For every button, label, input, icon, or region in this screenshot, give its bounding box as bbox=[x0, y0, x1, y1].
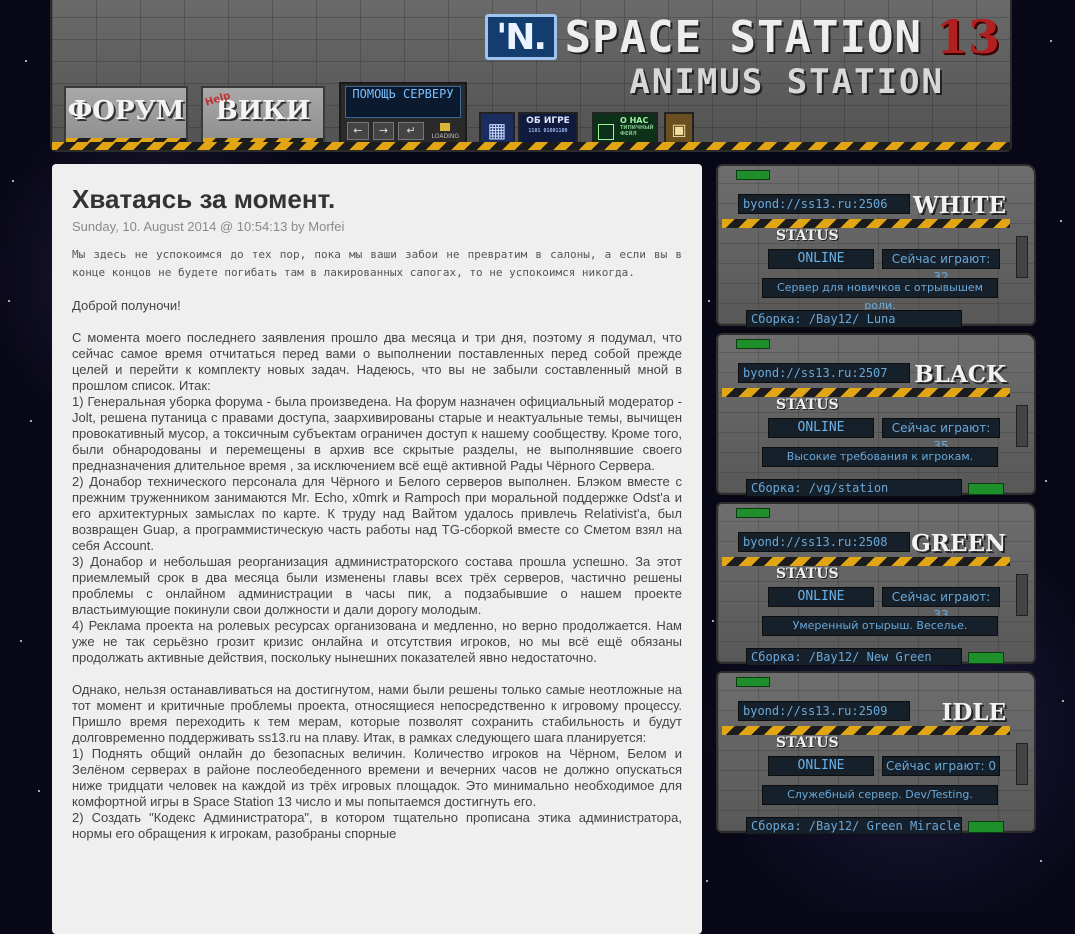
server-build: Сборка: /vg/station bbox=[746, 479, 962, 497]
site-logo[interactable]: 'N. SPACE STATION 13 bbox=[484, 10, 1000, 64]
player-count: Сейчас играют: 32 bbox=[882, 249, 1000, 284]
hazard-stripe bbox=[722, 726, 1010, 735]
forum-button-label: ФОРУМ bbox=[67, 96, 185, 126]
status-led bbox=[736, 170, 770, 180]
server-build: Сборка: /Bay12/ New Green bbox=[746, 648, 962, 666]
server-url[interactable]: byond://ss13.ru:2506 bbox=[738, 194, 910, 214]
site-subtitle: ANIMUS STATION bbox=[629, 62, 944, 102]
server-status: ONLINE bbox=[768, 249, 874, 269]
build-led bbox=[968, 483, 1004, 495]
status-led bbox=[736, 339, 770, 349]
article-epigraph: Мы здесь не успокоимся до тех пор, пока … bbox=[72, 248, 682, 279]
article-paragraph: Однако, нельзя останавливаться на достиг… bbox=[72, 682, 682, 745]
server-status: ONLINE bbox=[768, 587, 874, 607]
player-count: Сейчас играют: 35 bbox=[882, 418, 1000, 453]
server-name: GREEN bbox=[911, 530, 1006, 557]
article-greeting: Доброй полуночи! bbox=[72, 298, 181, 313]
server-build: Сборка: /Bay12/ Green Miracle bbox=[746, 817, 962, 835]
logo-number: 13 bbox=[935, 10, 1000, 64]
status-label: STATUS bbox=[776, 566, 839, 582]
enter-key-icon: ↵ bbox=[398, 122, 424, 140]
status-label: STATUS bbox=[776, 228, 839, 244]
server-description: Служебный сервер. Dev/Testing. bbox=[762, 785, 998, 805]
logo-title: SPACE STATION bbox=[564, 11, 922, 63]
server-status: ONLINE bbox=[768, 418, 874, 438]
forum-button[interactable]: ФОРУМ bbox=[64, 86, 188, 148]
server-name: BLACK bbox=[914, 361, 1006, 388]
server-url[interactable]: byond://ss13.ru:2509 bbox=[738, 701, 910, 721]
build-led bbox=[968, 821, 1004, 833]
site-header: 'N. SPACE STATION 13 ANIMUS STATION ФОРУ… bbox=[50, 0, 1012, 152]
hazard-stripe bbox=[722, 557, 1010, 566]
server-url[interactable]: byond://ss13.ru:2508 bbox=[738, 532, 910, 552]
person-icon bbox=[598, 124, 614, 140]
binary-decoration: 1101 01001100 bbox=[528, 128, 568, 134]
status-led bbox=[736, 677, 770, 687]
about-us-label: О НАС bbox=[620, 116, 649, 125]
panel-bolt bbox=[1016, 405, 1028, 447]
article-paragraph: 2) Создать "Кодекс Администратора", в ко… bbox=[72, 810, 682, 841]
news-article: Хватаясь за момент. Sunday, 10. August 2… bbox=[52, 164, 702, 934]
loading-indicator: LOADING bbox=[432, 122, 459, 140]
article-title: Хватаясь за момент. bbox=[72, 184, 336, 214]
hazard-stripe bbox=[722, 219, 1010, 228]
server-panel-white: byond://ss13.ru:2506 WHITE STATUS ONLINE… bbox=[716, 164, 1036, 328]
article-paragraph: 4) Реклама проекта на ролевых ресурсах о… bbox=[72, 618, 682, 665]
circuit-map-icon: ▦ bbox=[487, 119, 507, 142]
player-count: Сейчас играют: 0 bbox=[882, 756, 1000, 776]
status-led bbox=[736, 508, 770, 518]
server-status: ONLINE bbox=[768, 756, 874, 776]
panel-bolt bbox=[1016, 574, 1028, 616]
lock-icon: ▣ bbox=[671, 122, 687, 139]
wiki-button[interactable]: Help ВИКИ bbox=[201, 86, 325, 148]
status-label: STATUS bbox=[776, 397, 839, 413]
server-panel-green: byond://ss13.ru:2508 GREEN STATUS ONLINE… bbox=[716, 502, 1036, 666]
server-description: Умеренный отырыш. Веселье. bbox=[762, 616, 998, 636]
article-paragraph: 1) Генеральная уборка форума - была прои… bbox=[72, 394, 682, 473]
server-description: Высокие требования к игрокам. bbox=[762, 447, 998, 467]
header-hazard-stripe bbox=[52, 142, 1010, 150]
article-paragraph: 3) Донабор и небольшая реорганизация адм… bbox=[72, 554, 682, 617]
donate-controls: ← → ↵ LOADING bbox=[347, 122, 459, 140]
article-body: Доброй полуночи! С момента моего последн… bbox=[72, 282, 682, 842]
panel-bolt bbox=[1016, 743, 1028, 785]
arrow-left-icon: ← bbox=[347, 122, 369, 140]
server-build: Сборка: /Bay12/ Luna bbox=[746, 310, 962, 328]
about-us-sublabel: ТИПИЧНЫЙ ФЕЙЛ bbox=[620, 125, 654, 137]
server-name: IDLE bbox=[941, 699, 1006, 726]
build-led bbox=[968, 652, 1004, 664]
article-paragraph: 1) Поднять общий онлайн до безопасных ве… bbox=[72, 746, 682, 809]
hazard-stripe bbox=[722, 388, 1010, 397]
donate-button[interactable]: ПОМОЩЬ СЕРВЕРУ ← → ↵ LOADING bbox=[339, 82, 467, 148]
server-panel-black: byond://ss13.ru:2507 BLACK STATUS ONLINE… bbox=[716, 333, 1036, 497]
n-logo-icon: 'N. bbox=[484, 14, 557, 60]
arrow-right-icon: → bbox=[372, 122, 395, 140]
panel-bolt bbox=[1016, 236, 1028, 278]
server-panel-idle: byond://ss13.ru:2509 IDLE STATUS ONLINE … bbox=[716, 671, 1036, 835]
article-meta: Sunday, 10. August 2014 @ 10:54:13 by Mo… bbox=[72, 219, 345, 234]
article-paragraph: 2) Донабор технического персонала для Чё… bbox=[72, 474, 682, 553]
article-paragraph: С момента моего последнего заявления про… bbox=[72, 330, 682, 393]
about-game-label: ОБ ИГРЕ bbox=[526, 116, 570, 126]
status-label: STATUS bbox=[776, 735, 839, 751]
server-description: Сервер для новичков с отрывышем роли. bbox=[762, 278, 998, 312]
player-count: Сейчас играют: 33 bbox=[882, 587, 1000, 622]
server-url[interactable]: byond://ss13.ru:2507 bbox=[738, 363, 910, 383]
server-name: WHITE bbox=[913, 192, 1006, 219]
donate-screen: ПОМОЩЬ СЕРВЕРУ bbox=[345, 86, 461, 118]
